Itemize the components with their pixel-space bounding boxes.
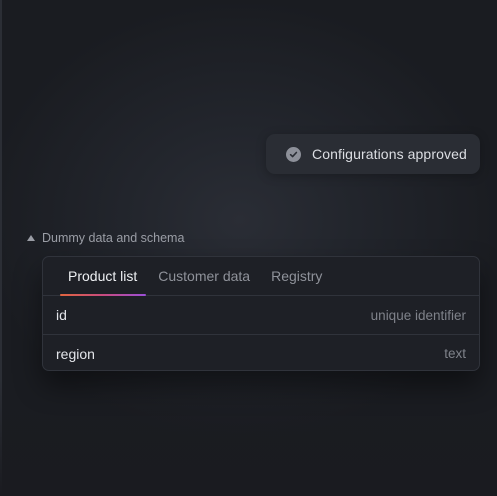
active-tab-indicator bbox=[60, 294, 147, 296]
toast-label: Configurations approved bbox=[312, 146, 467, 162]
field-name: region bbox=[56, 345, 95, 362]
tab-bar: Product list Customer data Registry bbox=[43, 257, 479, 296]
toast-notification: Configurations approved bbox=[266, 134, 480, 174]
check-circle-icon bbox=[286, 146, 301, 162]
field-type: text bbox=[444, 346, 466, 361]
schema-row: region text bbox=[43, 334, 479, 370]
tab-label: Product list bbox=[68, 268, 138, 284]
tab-product-list[interactable]: Product list bbox=[60, 257, 147, 296]
field-type: unique identifier bbox=[370, 307, 466, 323]
schema-card: Product list Customer data Registry id u… bbox=[42, 256, 480, 371]
section-label: Dummy data and schema bbox=[42, 231, 185, 245]
tab-registry[interactable]: Registry bbox=[271, 257, 322, 295]
tab-label: Customer data bbox=[158, 268, 251, 284]
field-name: id bbox=[56, 307, 67, 323]
caret-up-icon bbox=[27, 235, 35, 241]
section-toggle[interactable]: Dummy data and schema bbox=[27, 231, 184, 245]
schema-row: id unique identifier bbox=[43, 296, 479, 334]
tab-label: Registry bbox=[271, 268, 323, 284]
bottom-fade bbox=[0, 380, 497, 496]
tab-customer-data[interactable]: Customer data bbox=[158, 257, 250, 295]
check-mark-icon bbox=[289, 151, 298, 157]
